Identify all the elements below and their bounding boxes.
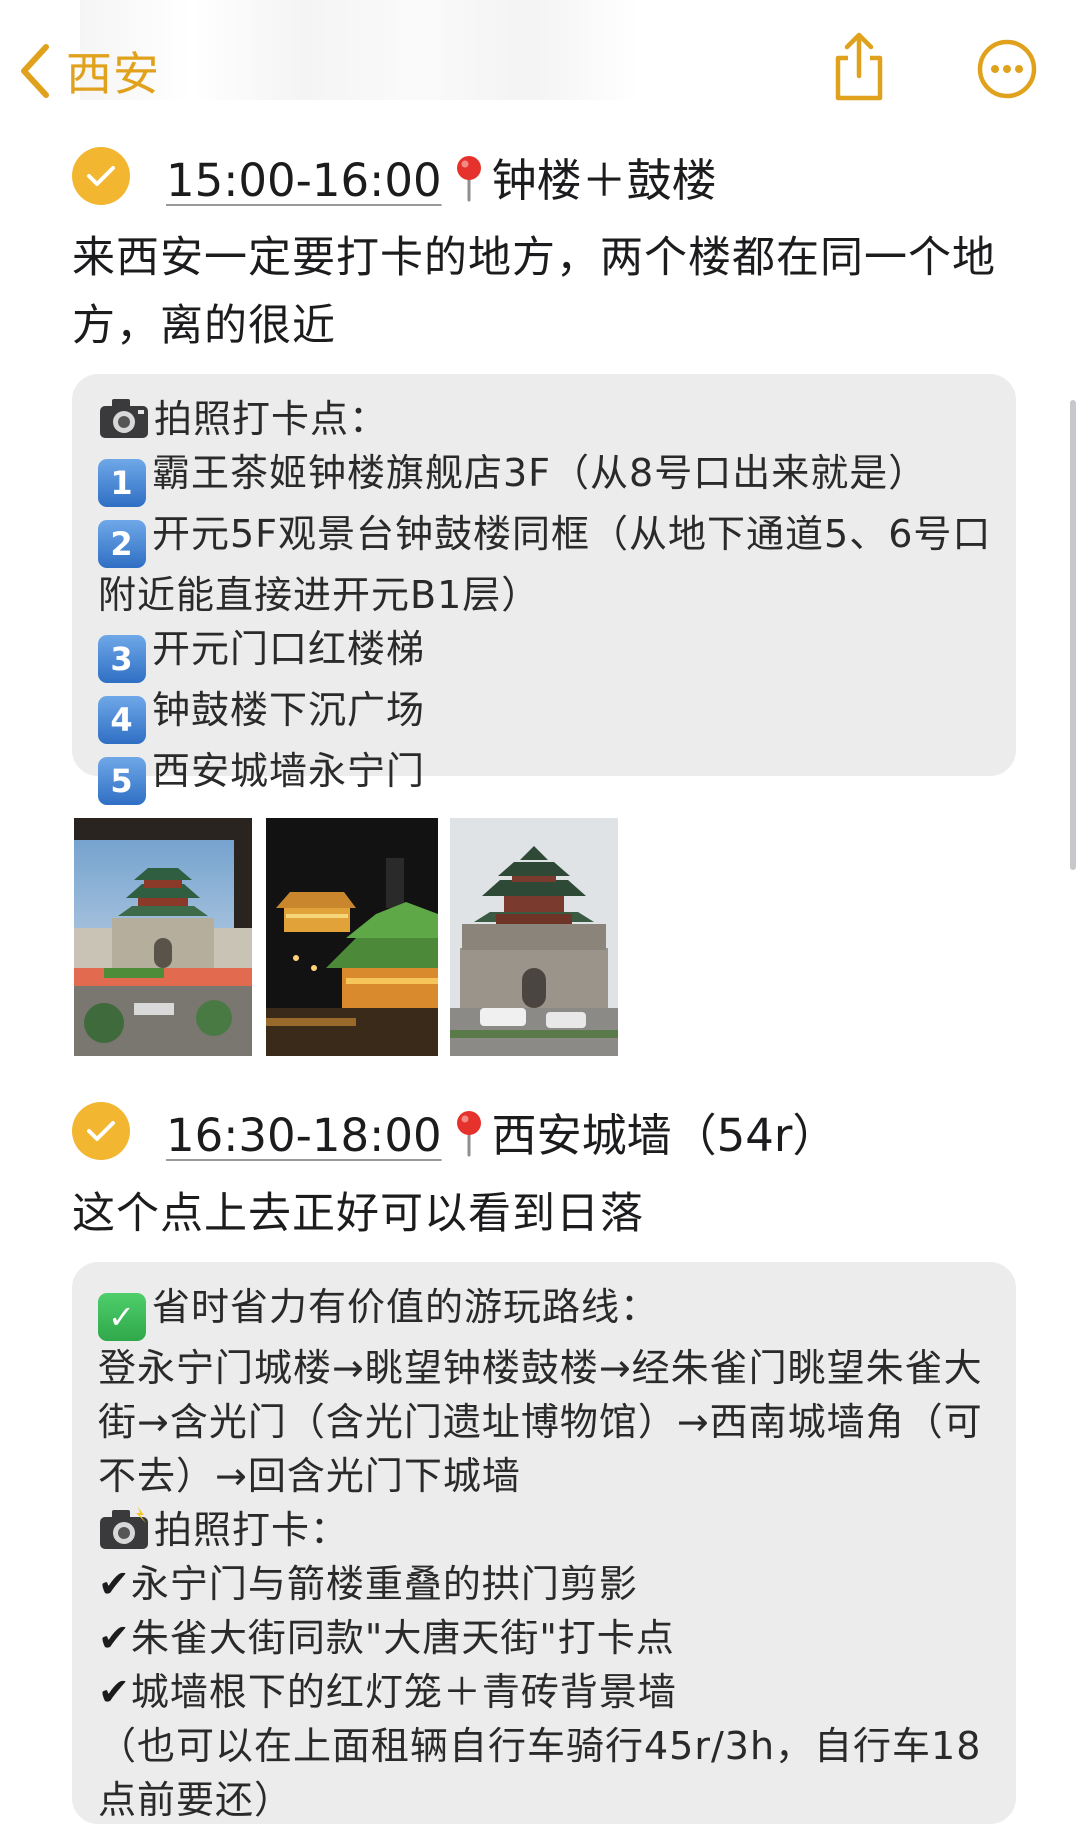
checklist-toggle[interactable] — [72, 1102, 130, 1160]
list-item: 3 开元门口红楼梯 — [98, 622, 994, 683]
list-item: 1 霸王茶姬钟楼旗舰店3F（从8号口出来就是） — [98, 446, 994, 507]
bell-tower-night-photo[interactable] — [266, 818, 438, 1056]
bell-tower-overcast-photo[interactable] — [450, 818, 618, 1056]
scrollbar[interactable] — [1070, 400, 1076, 870]
photo-spots-card: 拍照打卡点： 1 霸王茶姬钟楼旗舰店3F（从8号口出来就是） 2 开元5F观景台钟鼓… — [72, 374, 1016, 805]
keycap-five-icon: 5 — [98, 757, 146, 805]
nav-bar: 西安 — [0, 0, 1080, 130]
bell-tower-day-photo[interactable] — [74, 818, 252, 1056]
task-2-description: 这个点上去正好可以看到日落 — [72, 1189, 644, 1239]
back-label: 西安 — [66, 47, 160, 101]
round-pushpin-icon — [456, 1110, 481, 1156]
card-heading: 拍照打卡点： — [98, 392, 994, 446]
task-2-row: 16:30-18:00 西安城墙（54r） — [72, 1096, 837, 1166]
place-name: 钟楼＋鼓楼 — [491, 153, 717, 207]
list-item: 5 西安城墙永宁门 — [98, 744, 994, 805]
list-item: 2 开元5F观景台钟鼓楼同框（从地下通道5、6号口附近能直接进开元B1层） — [98, 512, 992, 617]
keycap-one-icon: 1 — [98, 459, 146, 507]
list-item: ✔城墙根下的红灯笼＋青砖背景墙 — [98, 1670, 677, 1714]
camera-icon — [100, 399, 148, 438]
checklist-toggle[interactable] — [72, 147, 130, 205]
checkmark-icon — [87, 1121, 115, 1141]
round-pushpin-icon — [456, 155, 481, 201]
list-item: ✔朱雀大街同款"大唐天街"打卡点 — [98, 1616, 675, 1660]
route-card: ✓ 省时省力有价值的游玩路线： 登永宁门城楼→眺望钟楼鼓楼→经朱雀门眺望朱雀大街→… — [72, 1262, 1016, 1824]
photo-heading: 拍照打卡： — [98, 1503, 994, 1557]
share-icon — [835, 32, 883, 101]
heavy-check-mark-icon: ✔ — [98, 1670, 131, 1714]
keycap-three-icon: 3 — [98, 635, 146, 683]
heavy-check-mark-icon: ✔ — [98, 1616, 131, 1660]
list-item: 4 钟鼓楼下沉广场 — [98, 683, 994, 744]
time-link[interactable]: 15:00-16:00 — [166, 154, 442, 207]
time-link[interactable]: 16:30-18:00 — [166, 1109, 442, 1162]
task-1-description: 来西安一定要打卡的地方，两个楼都在同一个地方，离的很近 — [72, 233, 996, 351]
place-name: 西安城墙（54r） — [491, 1108, 838, 1162]
check-mark-button-icon: ✓ — [98, 1293, 146, 1341]
task-1-row: 15:00-16:00 钟楼＋鼓楼 — [72, 141, 717, 211]
scrolled-content-fade — [80, 0, 640, 100]
note-page: 西安 15:00-16:00 钟楼＋鼓楼 来西安一定要打卡的地方，两个楼都在同一… — [0, 0, 1080, 1833]
route-text: 登永宁门城楼→眺望钟楼鼓楼→经朱雀门眺望朱雀大街→含光门（含光门遗址博物馆）→西… — [98, 1346, 983, 1498]
task-2-title: 16:30-18:00 西安城墙（54r） — [166, 1099, 837, 1164]
back-button[interactable]: 西安 — [18, 36, 160, 106]
heavy-check-mark-icon: ✔ — [98, 1562, 131, 1606]
camera-with-flash-icon — [100, 1507, 148, 1549]
route-heading: ✓ 省时省力有价值的游玩路线： — [98, 1280, 994, 1341]
keycap-two-icon: 2 — [98, 520, 146, 568]
chevron-left-icon — [21, 44, 49, 98]
keycap-four-icon: 4 — [98, 696, 146, 744]
bike-note: （也可以在上面租辆自行车骑行45r/3h，自行车18点前要还） — [98, 1724, 982, 1822]
checkmark-icon — [87, 166, 115, 186]
list-item: ✔永宁门与箭楼重叠的拱门剪影 — [98, 1562, 638, 1606]
share-button[interactable] — [828, 30, 890, 104]
task-1-title: 15:00-16:00 钟楼＋鼓楼 — [166, 144, 717, 209]
more-button[interactable] — [976, 38, 1038, 100]
ellipsis-circle-icon — [977, 39, 1037, 99]
